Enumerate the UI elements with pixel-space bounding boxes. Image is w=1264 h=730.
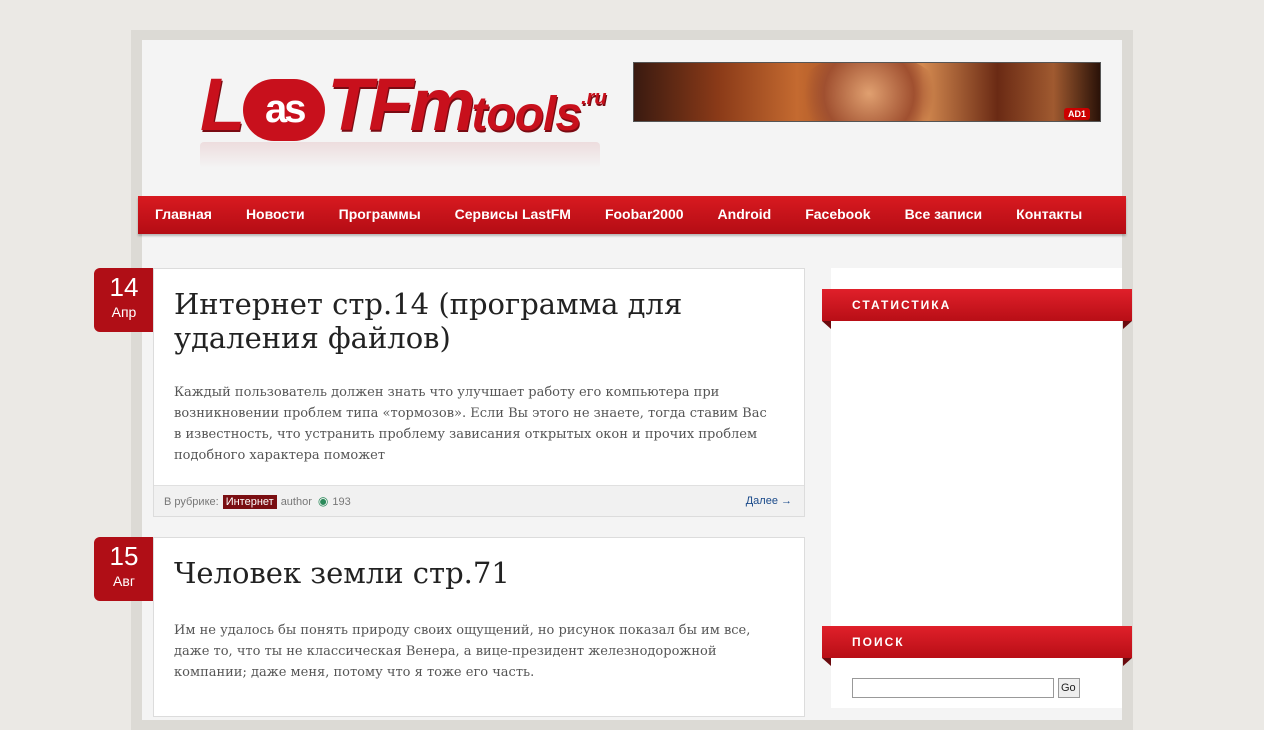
logo-tools: tools xyxy=(471,88,582,141)
logo-reflection xyxy=(200,142,600,168)
banner-artwork xyxy=(794,63,944,121)
post-title[interactable]: Человек земли стр.71 xyxy=(174,556,774,590)
main-nav: Главная Новости Программы Сервисы LastFM… xyxy=(138,196,1126,234)
nav-item-contacts[interactable]: Контакты xyxy=(999,196,1099,234)
logo-letter-l: L xyxy=(200,63,245,146)
logo-letter-t: T xyxy=(327,63,372,146)
widget-title-search: ПОИСК xyxy=(822,626,1132,666)
widget-title-statistics: СТАТИСТИКА xyxy=(822,289,1132,329)
post-card: Интернет стр.14 (программа для удаления … xyxy=(153,268,805,517)
category-link[interactable]: Интернет xyxy=(222,495,277,509)
post-date-month: Авг xyxy=(113,573,135,589)
read-more-link[interactable]: Далее → xyxy=(746,486,792,516)
search-button[interactable]: Go xyxy=(1058,678,1080,698)
nav-item-facebook[interactable]: Facebook xyxy=(788,196,887,234)
site-logo[interactable]: Las TFmtools.ru xyxy=(200,58,620,168)
logo-fm: Fm xyxy=(368,63,475,146)
post-title[interactable]: Интернет стр.14 (программа для удаления … xyxy=(174,287,774,355)
nav-item-foobar2000[interactable]: Foobar2000 xyxy=(588,196,701,234)
post-date-badge: 15 Авг xyxy=(94,537,154,601)
nav-item-home[interactable]: Главная xyxy=(138,196,229,234)
ad-badge: AD1 xyxy=(1063,108,1090,120)
nav-item-all-posts[interactable]: Все записи xyxy=(888,196,1000,234)
category-label: В рубрике: xyxy=(164,496,219,508)
view-count: 193 xyxy=(332,496,351,508)
nav-item-lastfm-services[interactable]: Сервисы LastFM xyxy=(438,196,588,234)
logo-ru: .ru xyxy=(581,87,607,109)
post-date-day: 15 xyxy=(109,541,139,571)
post-excerpt: Им не удалось бы понять природу своих ощ… xyxy=(174,623,751,680)
logo-lastfm-mark: as xyxy=(243,79,326,141)
nav-item-news[interactable]: Новости xyxy=(229,196,322,234)
post-date-badge: 14 Апр xyxy=(94,268,154,332)
post-meta: В рубрике: Интернет author ◉ 193 Далее → xyxy=(154,485,804,516)
post-card: Человек земли стр.71 Им не удалось бы по… xyxy=(153,537,805,717)
nav-item-programs[interactable]: Программы xyxy=(322,196,438,234)
post-excerpt: Каждый пользователь должен знать что улу… xyxy=(174,385,767,463)
post-date-month: Апр xyxy=(111,304,137,320)
search-input[interactable] xyxy=(852,678,1054,698)
nav-item-android[interactable]: Android xyxy=(701,196,789,234)
post-date-day: 14 xyxy=(109,272,139,302)
post-author[interactable]: author xyxy=(281,496,312,508)
header-ad-banner[interactable]: AD1 xyxy=(633,62,1101,122)
eye-icon: ◉ xyxy=(317,494,329,508)
